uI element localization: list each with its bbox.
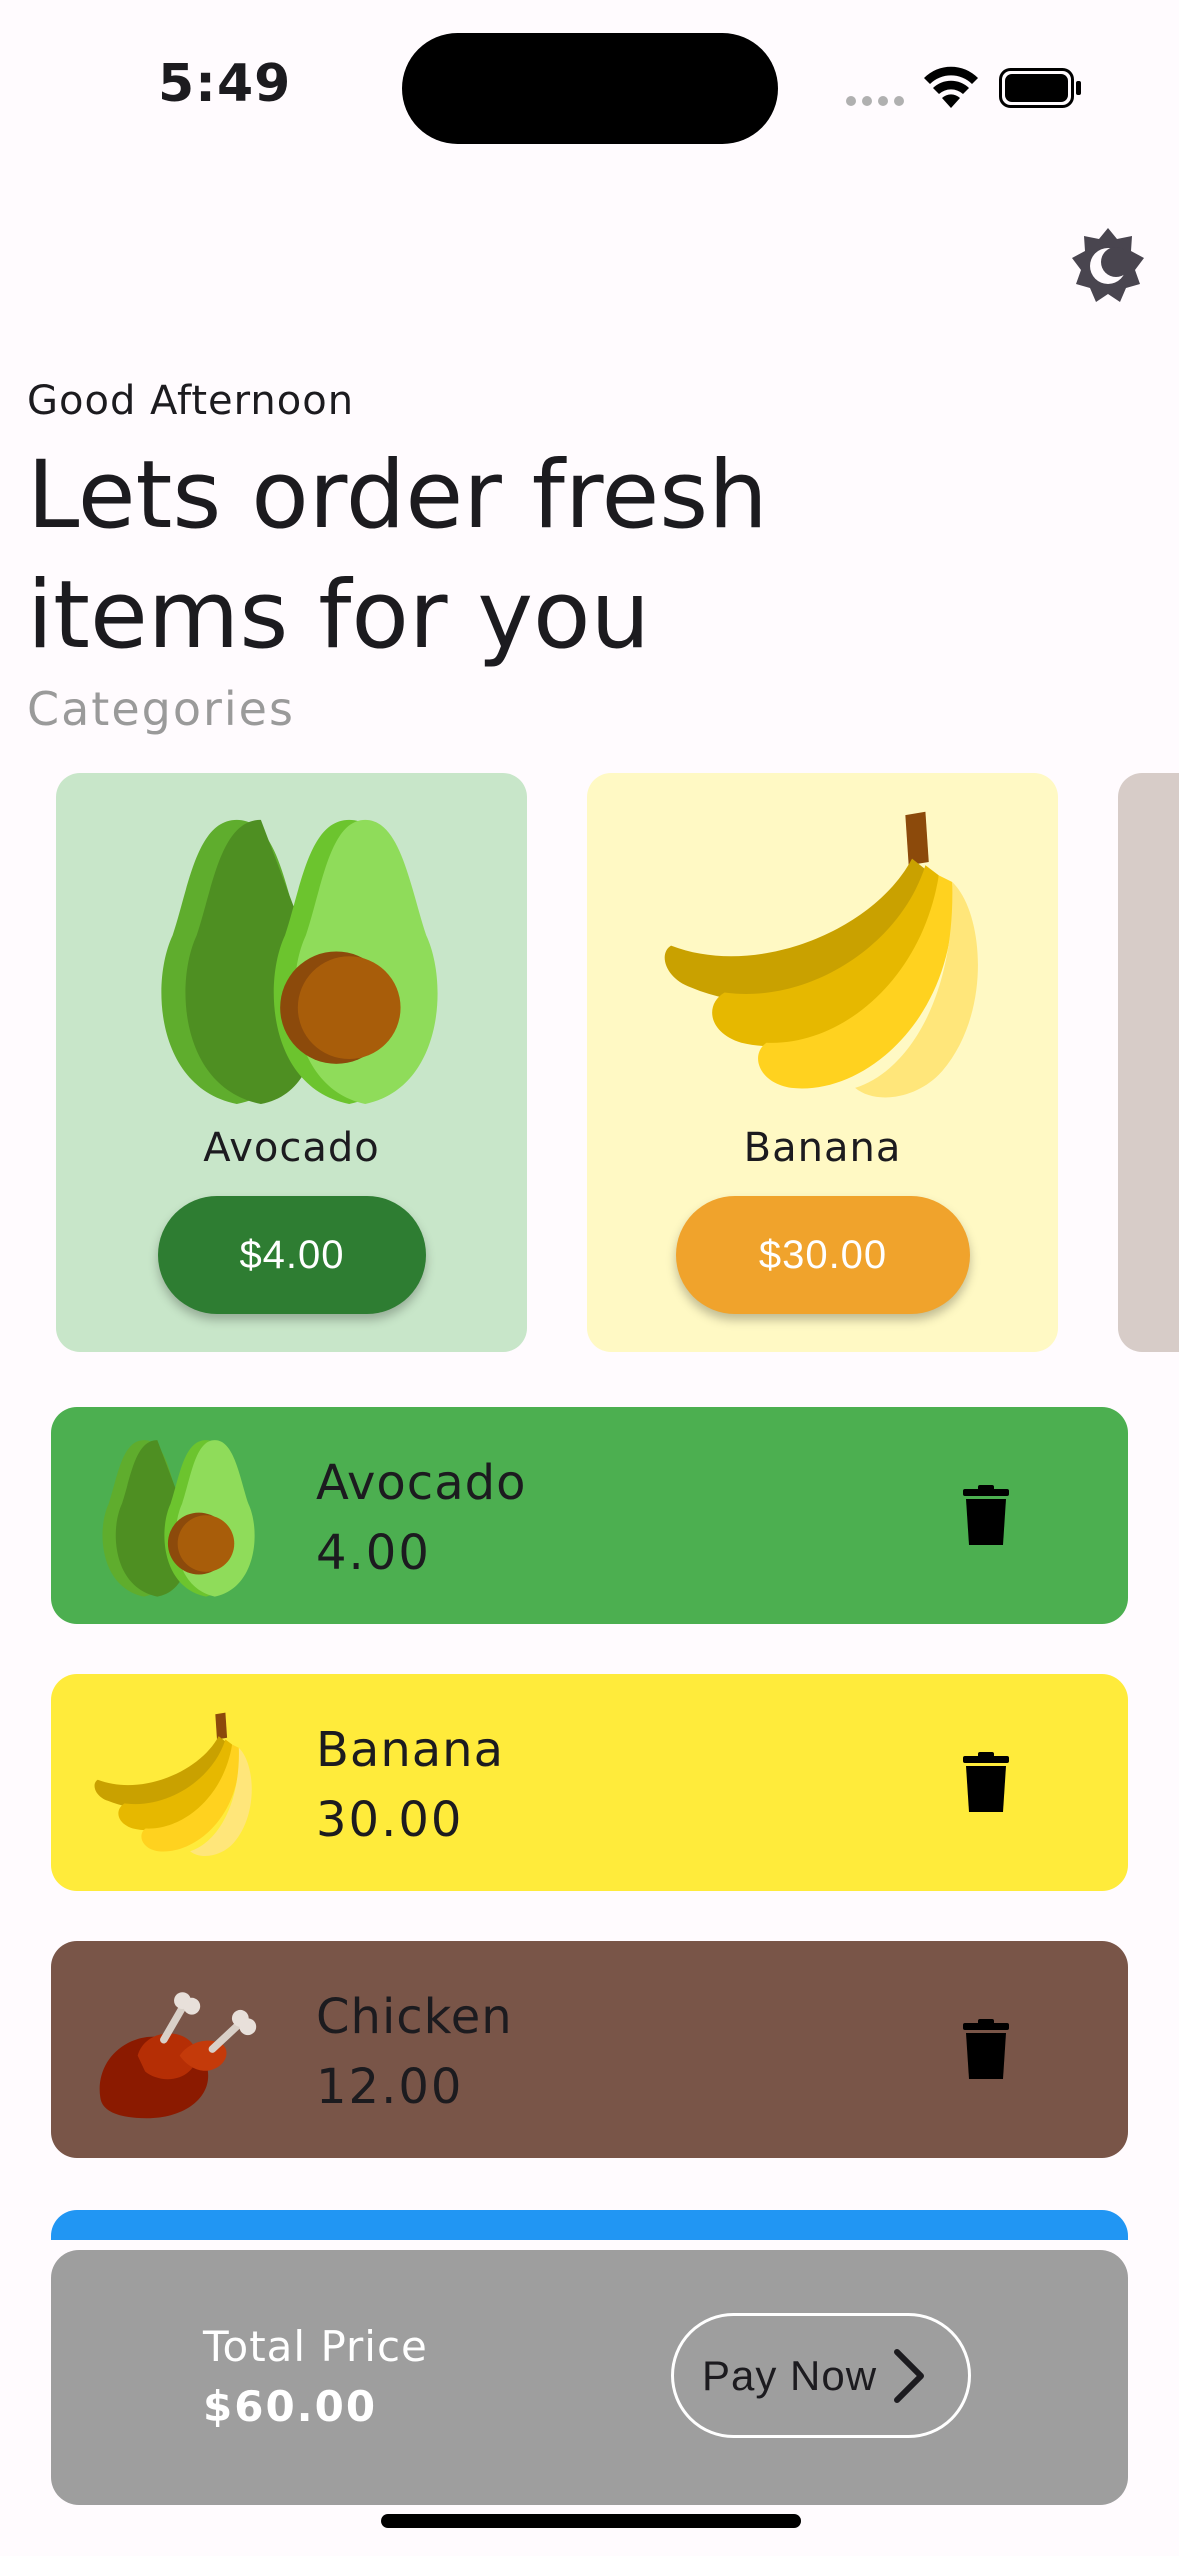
- category-card-avocado[interactable]: Avocado $4.00: [56, 773, 527, 1352]
- add-to-cart-button[interactable]: $4.00: [158, 1196, 426, 1314]
- category-name: Avocado: [203, 1125, 380, 1171]
- avocado-icon: [102, 1440, 255, 1597]
- cart-item-name: Chicken: [316, 1989, 513, 2045]
- page-title: Lets order fresh items for you: [27, 441, 768, 670]
- cart-item-name: Avocado: [316, 1455, 527, 1511]
- category-card-next[interactable]: [1118, 773, 1179, 1352]
- cart-item: Banana 30.00: [51, 1674, 1128, 1891]
- pay-now-label: Pay Now: [702, 2351, 878, 2399]
- banana-icon: [94, 1712, 252, 1856]
- chevron-right-icon: [894, 2348, 925, 2403]
- dynamic-island: [402, 33, 778, 144]
- category-card-banana[interactable]: Banana $30.00: [587, 773, 1058, 1352]
- category-name: Banana: [743, 1125, 902, 1171]
- cart-item: Chicken 12.00: [51, 1941, 1128, 2158]
- greeting-text: Good Afternoon: [27, 378, 355, 424]
- banana-icon: [664, 811, 978, 1098]
- delete-icon[interactable]: [963, 1485, 1009, 1545]
- checkout-bar: Total Price $60.00 Pay Now: [51, 2250, 1128, 2505]
- home-indicator[interactable]: [381, 2514, 801, 2528]
- chicken-icon: [91, 1967, 259, 2135]
- avocado-icon: [161, 819, 438, 1104]
- theme-toggle-icon[interactable]: [1070, 228, 1146, 304]
- status-time: 5:49: [158, 54, 292, 114]
- add-to-cart-button[interactable]: $30.00: [676, 1196, 970, 1314]
- cart-item-value: 30.00: [316, 1792, 464, 1848]
- cart-item-name: Banana: [316, 1722, 505, 1778]
- wifi-icon: [924, 66, 978, 108]
- cart-item-partial: [51, 2210, 1128, 2240]
- cart-item-value: 12.00: [316, 2059, 464, 2115]
- pay-now-button[interactable]: Pay Now: [671, 2313, 971, 2438]
- battery-icon: [999, 68, 1081, 108]
- total-price-value: $60.00: [203, 2382, 378, 2431]
- categories-heading: Categories: [27, 682, 295, 736]
- cellular-signal-icon: [846, 96, 904, 106]
- delete-icon[interactable]: [963, 1752, 1009, 1812]
- total-price-label: Total Price: [203, 2322, 428, 2371]
- delete-icon[interactable]: [963, 2019, 1009, 2079]
- cart-item-value: 4.00: [316, 1525, 431, 1581]
- cart-item: Avocado 4.00: [51, 1407, 1128, 1624]
